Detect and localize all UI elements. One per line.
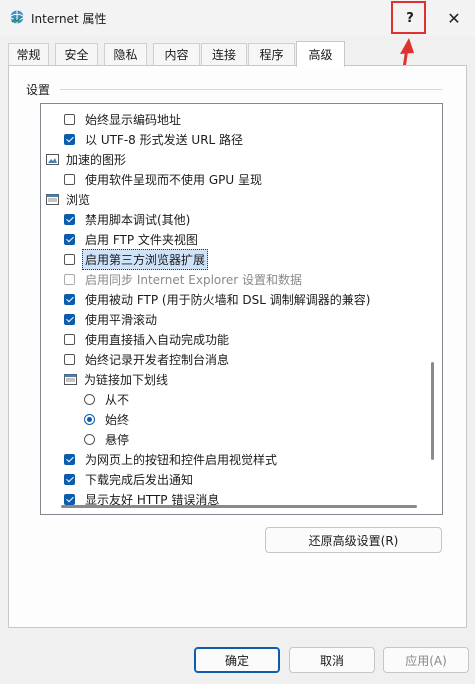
list-item-label: 为网页上的按钮和控件启用视觉样式 (85, 452, 278, 467)
window-title: Internet 属性 (31, 12, 107, 26)
tab-advanced[interactable]: 高级 (296, 41, 345, 67)
list-item-label: 下载完成后发出通知 (85, 472, 194, 487)
horizontal-scroll-thumb[interactable] (61, 505, 417, 508)
list-item[interactable]: 悬停 (84, 429, 129, 449)
category-header: 浏览 (46, 189, 90, 209)
settings-divider (60, 89, 442, 90)
checkbox[interactable] (64, 173, 75, 185)
checkbox[interactable] (64, 353, 75, 365)
settings-group-label: 设置 (26, 83, 51, 97)
close-button[interactable]: ✕ (437, 2, 471, 34)
list-item[interactable]: 禁用脚本调试(其他) (64, 209, 190, 229)
checkbox[interactable] (64, 313, 75, 325)
list-item[interactable]: 始终 (84, 409, 129, 429)
list-item[interactable]: 始终记录开发者控制台消息 (64, 349, 229, 369)
list-item-label: 禁用脚本调试(其他) (85, 212, 191, 227)
category-label: 为链接加下划线 (84, 372, 169, 387)
list-item-label: 始终记录开发者控制台消息 (85, 352, 230, 367)
tab-connections[interactable]: 连接 (201, 43, 247, 65)
list-item[interactable]: 使用直接插入自动完成功能 (64, 329, 229, 349)
checkbox[interactable] (64, 213, 75, 225)
checkbox[interactable] (64, 293, 75, 305)
horizontal-scrollbar[interactable] (41, 500, 426, 514)
list-item-label: 使用平滑滚动 (85, 312, 158, 327)
restore-advanced-settings-button[interactable]: 还原高级设置(R) (265, 527, 442, 553)
list-item[interactable]: 以 UTF-8 形式发送 URL 路径 (64, 129, 243, 149)
list-item[interactable]: 从不 (84, 389, 129, 409)
checkbox[interactable] (64, 333, 75, 345)
list-item[interactable]: 下载完成后发出通知 (64, 469, 193, 489)
list-item[interactable]: 使用被动 FTP (用于防火墙和 DSL 调制解调器的兼容) (64, 289, 370, 309)
tab-privacy[interactable]: 隐私 (104, 43, 147, 65)
list-item[interactable]: 为网页上的按钮和控件启用视觉样式 (64, 449, 277, 469)
checkbox (64, 273, 75, 285)
vertical-scroll-thumb[interactable] (431, 362, 434, 460)
category-label: 浏览 (66, 192, 91, 207)
list-item-label: 从不 (105, 392, 130, 407)
checkbox[interactable] (64, 233, 75, 245)
ok-button[interactable]: 确定 (194, 647, 280, 673)
radio-button[interactable] (84, 433, 95, 445)
apply-button: 应用(A) (383, 647, 469, 673)
list-item-label: 使用被动 FTP (用于防火墙和 DSL 调制解调器的兼容) (85, 292, 371, 307)
list-item-label: 以 UTF-8 形式发送 URL 路径 (85, 132, 244, 147)
list-item[interactable]: 使用软件呈现而不使用 GPU 呈现 (64, 169, 262, 189)
internet-explorer-icon (10, 10, 24, 24)
list-item-label: 启用同步 Internet Explorer 设置和数据 (85, 272, 303, 287)
checkbox[interactable] (64, 253, 75, 265)
category-label: 加速的图形 (66, 152, 127, 167)
list-item-label: 悬停 (105, 432, 130, 447)
list-item: 启用同步 Internet Explorer 设置和数据 (64, 269, 302, 289)
list-item-label: 始终 (105, 412, 130, 427)
radio-button[interactable] (84, 393, 95, 405)
tab-security[interactable]: 安全 (55, 43, 98, 65)
checkbox[interactable] (64, 113, 75, 125)
list-item-label: 启用 FTP 文件夹视图 (85, 232, 198, 247)
cancel-button[interactable]: 取消 (289, 647, 375, 673)
list-item[interactable]: 启用 FTP 文件夹视图 (64, 229, 198, 249)
category-header: 为链接加下划线 (64, 369, 168, 389)
category-header: 加速的图形 (46, 149, 126, 169)
tab-programs[interactable]: 程序 (248, 43, 295, 65)
list-item-label: 启用第三方浏览器扩展 (82, 248, 209, 270)
checkbox[interactable] (64, 453, 75, 465)
checkbox[interactable] (64, 133, 75, 145)
vertical-scrollbar[interactable] (426, 104, 440, 514)
checkbox[interactable] (64, 473, 75, 485)
graphics-icon (46, 153, 59, 165)
underline-icon (64, 373, 77, 385)
settings-list[interactable]: 始终显示编码地址 以 UTF-8 形式发送 URL 路径 加速的图形 使用软件呈… (40, 103, 443, 515)
list-item-label: 使用直接插入自动完成功能 (85, 332, 230, 347)
radio-button[interactable] (84, 413, 95, 425)
list-item-label: 使用软件呈现而不使用 GPU 呈现 (85, 172, 262, 187)
list-item[interactable]: 启用第三方浏览器扩展 (64, 248, 209, 270)
browse-icon (46, 193, 59, 205)
list-item-label: 始终显示编码地址 (85, 112, 182, 127)
help-button[interactable]: ? (392, 2, 428, 34)
list-item[interactable]: 使用平滑滚动 (64, 309, 157, 329)
tab-content[interactable]: 内容 (153, 43, 200, 65)
list-item[interactable]: 始终显示编码地址 (64, 109, 181, 129)
tab-general[interactable]: 常规 (8, 43, 49, 65)
